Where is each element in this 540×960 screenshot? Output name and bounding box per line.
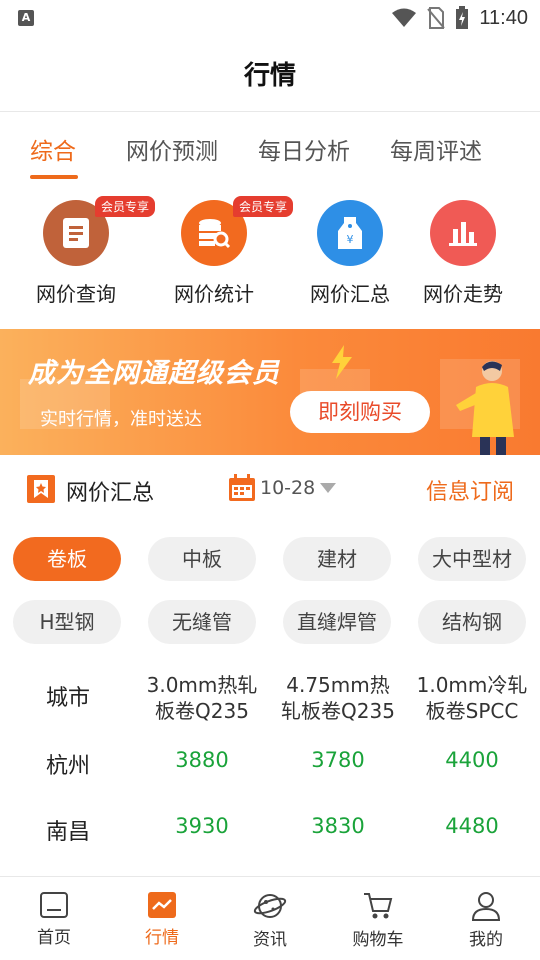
bookmark-flag-icon	[27, 475, 55, 503]
nav-label: 资讯	[253, 930, 287, 950]
category-chip-building[interactable]: 建材	[283, 537, 391, 581]
buy-now-button[interactable]: 即刻购买	[290, 391, 430, 433]
nav-home[interactable]: 首页	[4, 891, 104, 948]
nav-profile[interactable]: 我的	[436, 891, 536, 950]
profile-icon	[471, 892, 501, 921]
column-header-city: 城市	[45, 686, 90, 711]
quick-action-label: 网价查询	[36, 282, 116, 306]
nav-label: 行情	[145, 928, 179, 948]
quick-action-price-query[interactable]: 会员专享 网价查询	[11, 196, 156, 307]
price-value: 3780	[311, 748, 365, 772]
nav-label: 首页	[37, 928, 71, 948]
accessibility-notification-icon: A	[18, 10, 34, 26]
person-illustration	[456, 361, 514, 455]
cart-icon	[364, 893, 393, 919]
calendar-icon	[229, 474, 255, 501]
market-chart-icon	[148, 892, 176, 918]
nav-label: 购物车	[352, 930, 404, 950]
header-line: 3.0mm热轧	[146, 673, 258, 697]
category-chip-structural-steel[interactable]: 结构钢	[418, 600, 526, 644]
subscribe-link[interactable]: 信息订阅	[426, 474, 514, 506]
price-value: 3930	[175, 814, 229, 838]
header-line: 板卷SPCC	[425, 699, 519, 723]
tab-bar: 综合 网价预测 每日分析 每周评述	[0, 112, 540, 182]
header-line: 板卷Q235	[155, 699, 249, 723]
quick-action-label: 网价走势	[423, 282, 503, 306]
city-name: 南昌	[45, 820, 90, 845]
price-summary-header: 网价汇总 10-28 信息订阅	[0, 462, 540, 518]
category-chip-coil[interactable]: 卷板	[13, 537, 121, 581]
section-title: 网价汇总	[66, 481, 155, 506]
quick-actions: 会员专享 网价查询 会员专享 网价统计 ¥ 网价汇总 网价走势	[0, 196, 540, 316]
member-badge: 会员专享	[233, 196, 294, 217]
category-chip-medium-plate[interactable]: 中板	[148, 537, 256, 581]
status-bar: A 11:40	[0, 0, 540, 36]
quick-action-price-summary[interactable]: ¥ 网价汇总	[285, 196, 415, 307]
quick-action-price-trend[interactable]: 网价走势	[398, 196, 528, 307]
nav-market[interactable]: 行情	[112, 891, 212, 948]
member-badge: 会员专享	[95, 196, 156, 217]
category-chip-seamless-pipe[interactable]: 无缝管	[148, 600, 256, 644]
page-title: 行情	[243, 61, 296, 91]
quick-action-price-stats[interactable]: 会员专享 网价统计	[149, 196, 294, 307]
header-line: 轧板卷Q235	[281, 699, 395, 723]
header-line: 1.0mm冷轧	[416, 673, 528, 697]
price-tag-icon: ¥	[317, 200, 383, 266]
category-chip-large-section[interactable]: 大中型材	[418, 537, 526, 581]
date-picker[interactable]: 10-28	[228, 474, 337, 502]
column-header-product: 3.0mm热轧 板卷Q235	[138, 672, 266, 724]
tab-daily-analysis[interactable]: 每日分析	[258, 132, 350, 166]
nav-news[interactable]: 资讯	[220, 891, 320, 950]
news-planet-icon	[253, 894, 287, 918]
active-tab-indicator	[30, 175, 78, 179]
city-name: 杭州	[45, 754, 90, 779]
svg-text:¥: ¥	[347, 233, 354, 246]
selected-date: 10-28	[260, 477, 316, 499]
nav-label: 我的	[469, 930, 503, 950]
title-bar: 行情	[0, 36, 540, 112]
bottom-navigation: 首页 行情 资讯 购物车 我的	[0, 876, 540, 960]
no-sim-icon	[427, 7, 446, 29]
column-header-product: 1.0mm冷轧 板卷SPCC	[408, 672, 536, 724]
bar-chart-icon	[430, 200, 496, 266]
price-value: 3880	[175, 748, 229, 772]
membership-banner[interactable]: 成为全网通超级会员 实时行情，准时送达 即刻购买	[0, 329, 540, 455]
category-chip-h-beam[interactable]: H型钢	[13, 600, 121, 644]
lightning-icon	[332, 345, 352, 379]
tab-price-forecast[interactable]: 网价预测	[126, 132, 218, 166]
clock: 11:40	[479, 6, 528, 29]
wifi-icon	[392, 8, 417, 27]
tab-weekly-review[interactable]: 每周评述	[390, 132, 482, 166]
status-icons: 11:40	[391, 4, 528, 32]
quick-action-label: 网价汇总	[310, 282, 390, 306]
header-line: 4.75mm热	[286, 673, 390, 697]
price-value: 3830	[311, 814, 365, 838]
quick-action-label: 网价统计	[174, 282, 254, 306]
banner-headline: 成为全网通超级会员	[28, 358, 280, 389]
price-value: 4400	[445, 748, 499, 772]
banner-subtitle: 实时行情，准时送达	[40, 409, 202, 430]
battery-charging-icon	[456, 6, 469, 29]
tab-overview[interactable]: 综合	[30, 132, 76, 166]
column-header-product: 4.75mm热 轧板卷Q235	[274, 672, 402, 724]
nav-cart[interactable]: 购物车	[328, 891, 428, 950]
home-icon	[40, 892, 68, 918]
category-chip-welded-pipe[interactable]: 直缝焊管	[283, 600, 391, 644]
dropdown-arrow-icon	[320, 483, 337, 493]
price-value: 4480	[445, 814, 499, 838]
